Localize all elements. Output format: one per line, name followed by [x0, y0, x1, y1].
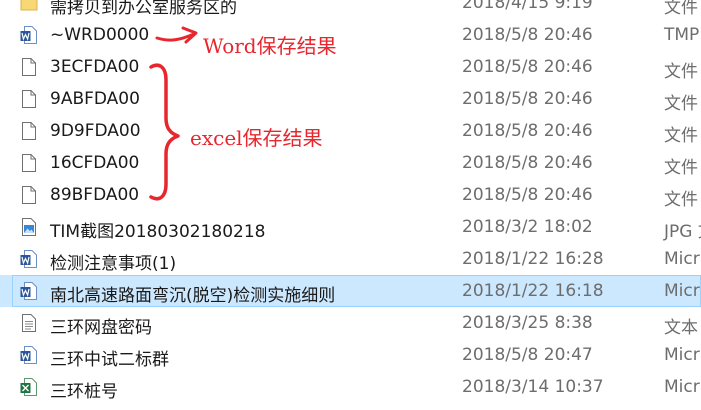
file-row[interactable]: ~WRD0000 2018/5/8 20:46 TMP [0, 19, 701, 51]
file-row[interactable]: 3ECFDA00 2018/5/8 20:46 文件 [0, 51, 701, 83]
file-date-modified: 2018/5/8 20:46 [462, 25, 593, 45]
file-row[interactable]: 三环桩号 2018/3/14 10:37 Micr [0, 371, 701, 403]
file-name[interactable]: 南北高速路面弯沉(脱空)检测实施细则 [50, 281, 335, 306]
folder-icon [20, 0, 38, 13]
file-date-modified: 2018/5/8 20:46 [462, 153, 593, 173]
file-date-modified: 2018/3/2 18:02 [462, 217, 593, 237]
blank-file-icon [20, 185, 38, 205]
file-name[interactable]: 需拷贝到办公室服务区的 [50, 0, 237, 18]
file-type: 文件 [664, 158, 698, 178]
file-type: Micr [664, 249, 700, 269]
file-type: Micr [664, 281, 700, 301]
file-type: 文件 [664, 190, 698, 210]
file-type: 文件 [664, 0, 698, 18]
file-row[interactable]: TIM截图20180302180218 2018/3/2 18:02 JPG 文 [0, 211, 701, 243]
file-name[interactable]: TIM截图20180302180218 [50, 217, 266, 242]
file-date-modified: 2018/5/8 20:47 [462, 345, 593, 365]
file-type: 文本 [664, 318, 698, 338]
file-name[interactable]: 9ABFDA00 [50, 89, 140, 109]
file-row[interactable]: 检测注意事项(1) 2018/1/22 16:28 Micr [0, 243, 701, 275]
file-row[interactable]: 16CFDA00 2018/5/8 20:46 文件 [0, 147, 701, 179]
file-row[interactable]: 三环中试二标群 2018/5/8 20:47 Micr [0, 339, 701, 371]
annotation-word-label: Word保存结果 [203, 34, 337, 58]
file-name[interactable]: ~WRD0000 [50, 25, 149, 45]
file-name[interactable]: 三环中试二标群 [50, 345, 169, 370]
image-file-icon [20, 217, 38, 237]
file-name[interactable]: 检测注意事项(1) [50, 249, 176, 274]
file-date-modified: 2018/3/25 8:38 [462, 313, 593, 333]
file-row[interactable]: 89BFDA00 2018/5/8 20:46 文件 [0, 179, 701, 211]
file-row[interactable]: 9ABFDA00 2018/5/8 20:46 文件 [0, 83, 701, 115]
file-date-modified: 2018/5/8 20:46 [462, 57, 593, 77]
file-name[interactable]: 3ECFDA00 [50, 57, 139, 77]
file-name[interactable]: 16CFDA00 [50, 153, 139, 173]
file-date-modified: 2018/1/22 16:28 [462, 249, 604, 269]
file-name[interactable]: 三环桩号 [50, 377, 118, 402]
file-date-modified: 2018/1/22 16:18 [462, 281, 604, 301]
word-doc-icon [20, 249, 38, 269]
excel-file-icon [20, 377, 38, 397]
file-date-modified: 2018/5/8 20:46 [462, 185, 593, 205]
file-type: 文件 [664, 94, 698, 114]
blank-file-icon [20, 57, 38, 77]
file-type: TMP [664, 25, 700, 45]
file-date-modified: 2018/5/8 20:46 [462, 89, 593, 109]
file-date-modified: 2018/3/14 10:37 [462, 377, 604, 397]
file-name[interactable]: 三环网盘密码 [50, 313, 152, 338]
blank-file-icon [20, 89, 38, 109]
file-row[interactable]: 三环网盘密码 2018/3/25 8:38 文本 [0, 307, 701, 339]
file-type: 文件 [664, 62, 698, 82]
blank-file-icon [20, 121, 38, 141]
file-name[interactable]: 89BFDA00 [50, 185, 139, 205]
text-file-icon [20, 313, 38, 333]
file-type: JPG 文 [664, 222, 701, 242]
file-date-modified: 2018/4/15 9:19 [462, 0, 593, 13]
file-list: 需拷贝到办公室服务区的 2018/4/15 9:19 文件 ~WRD0000 2018/… [0, 0, 701, 403]
annotation-excel-label: excel保存结果 [190, 126, 323, 150]
file-type: Micr [664, 345, 700, 365]
file-date-modified: 2018/5/8 20:46 [462, 121, 593, 141]
blank-file-icon [20, 153, 38, 173]
file-row[interactable]: 需拷贝到办公室服务区的 2018/4/15 9:19 文件 [0, 0, 701, 19]
word-doc-icon [20, 281, 38, 301]
file-row[interactable]: 9D9FDA00 2018/5/8 20:46 文件 [0, 115, 701, 147]
file-name[interactable]: 9D9FDA00 [50, 121, 141, 141]
file-row[interactable]: 南北高速路面弯沉(脱空)检测实施细则 2018/1/22 16:18 Micr [0, 275, 701, 307]
word-doc-icon [20, 25, 38, 45]
file-type: 文件 [664, 126, 698, 146]
word-doc-icon [20, 345, 38, 365]
file-type: Micr [664, 377, 700, 397]
